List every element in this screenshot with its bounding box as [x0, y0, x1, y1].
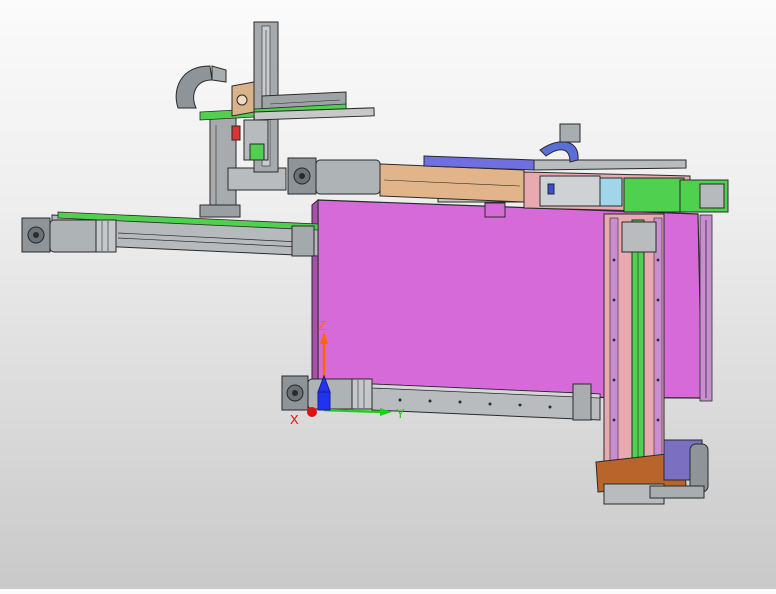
x-axis-label: X	[290, 412, 299, 427]
left-servo-motor[interactable]	[21, 217, 117, 253]
right-vertical-axis[interactable]	[603, 213, 665, 471]
upper-right-carriage[interactable]	[523, 171, 729, 213]
gantry-tool-head[interactable]	[231, 119, 269, 161]
triad-origin-box	[317, 391, 331, 411]
y-axis-label: Y	[396, 406, 405, 421]
blue-cable-loop	[539, 123, 581, 163]
cable-carrier-top[interactable]	[175, 65, 227, 109]
blue-rail-bar[interactable]	[423, 155, 687, 171]
tan-bracket	[231, 81, 255, 117]
x-axis-marker	[307, 407, 317, 417]
z-axis-label: Z	[318, 318, 326, 333]
panel-top-notch	[484, 202, 506, 218]
top-rail-arm[interactable]	[199, 91, 375, 121]
cad-3d-viewport[interactable]: Z Y X	[0, 0, 776, 589]
tan-beam[interactable]	[379, 163, 525, 203]
panel-cooling-fins	[699, 214, 713, 402]
upper-servo-motor[interactable]	[287, 157, 381, 195]
